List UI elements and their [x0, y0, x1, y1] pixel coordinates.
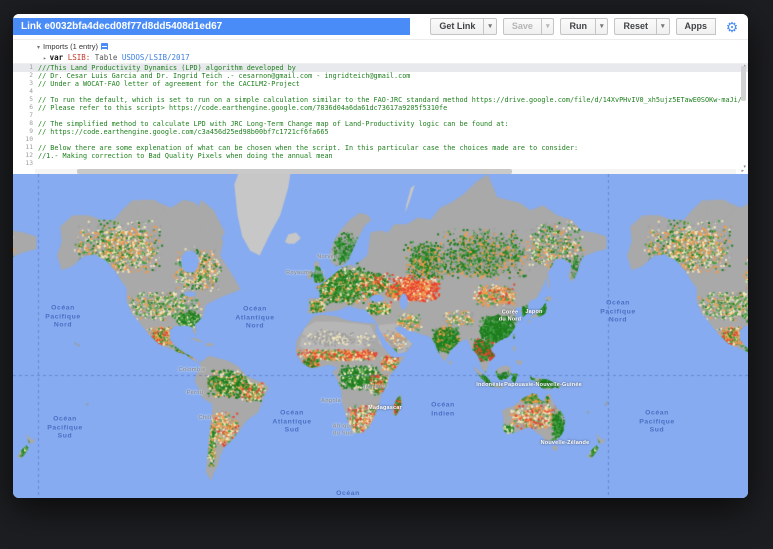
line-number: 5 — [13, 96, 38, 104]
scroll-down-arrow-icon[interactable]: ▾ — [743, 164, 746, 170]
code-line[interactable]: 13 — [13, 160, 748, 168]
get-link-button-group: Get Link ▾ — [430, 18, 497, 35]
code-line[interactable]: 5// To run the default, which is set to … — [13, 96, 748, 104]
world-map-canvas[interactable] — [13, 174, 748, 498]
line-number: 8 — [13, 120, 38, 128]
apps-button-group: Apps — [676, 18, 717, 35]
code-text: //1.- Making correction to Bad Quality P… — [38, 152, 333, 160]
code-line[interactable]: 4 — [13, 88, 748, 96]
code-line[interactable]: 11// Below there are some explenation of… — [13, 144, 748, 152]
reset-button-group: Reset ▾ — [614, 18, 669, 35]
get-link-button[interactable]: Get Link — [430, 18, 484, 35]
line-number: 13 — [13, 160, 38, 168]
map-panel: Océan Pacifique NordOcéan Atlantique Nor… — [13, 174, 748, 498]
code-line[interactable]: 12//1.- Making correction to Bad Quality… — [13, 152, 748, 160]
script-document-icon[interactable] — [101, 43, 108, 50]
code-line[interactable]: 3// Under a WOCAT-FAO letter of agreemen… — [13, 80, 748, 88]
save-dropdown-icon[interactable]: ▾ — [542, 18, 555, 35]
import-asset-link[interactable]: USDOS/LSIB/2017 — [122, 53, 190, 62]
line-number: 9 — [13, 128, 38, 136]
run-button[interactable]: Run — [560, 18, 596, 35]
line-number: 7 — [13, 112, 38, 120]
code-text: // The simplified method to calculate LP… — [38, 120, 509, 128]
code-text: // Dr. Cesar Luis Garcia and Dr. Ingrid … — [38, 72, 410, 80]
var-keyword: var — [50, 53, 64, 62]
apps-button[interactable]: Apps — [676, 18, 717, 35]
code-text: // Below there are some explenation of w… — [38, 144, 578, 152]
code-text: // Please refer to this script> https://… — [38, 104, 447, 112]
code-text: // Under a WOCAT-FAO letter of agreement… — [38, 80, 300, 88]
code-editor[interactable]: 1///This Land Productivity Dynamics (LPD… — [13, 64, 748, 174]
earth-engine-window: Link e0032bfa4decd08f77d8dd5408d1ed67 Ge… — [13, 14, 748, 498]
line-number: 11 — [13, 144, 38, 152]
code-line[interactable]: 7 — [13, 112, 748, 120]
line-number: 10 — [13, 136, 38, 144]
line-number: 4 — [13, 88, 38, 96]
vertical-scrollbar-thumb[interactable] — [741, 66, 746, 101]
line-number: 6 — [13, 104, 38, 112]
imports-panel: ▾Imports (1 entry) ▸var LSIB: Table USDO… — [13, 40, 748, 64]
script-link-banner: Link e0032bfa4decd08f77d8dd5408d1ed67 — [13, 18, 410, 35]
run-dropdown-icon[interactable]: ▾ — [596, 18, 609, 35]
code-line[interactable]: 6// Please refer to this script> https:/… — [13, 104, 748, 112]
import-variable-type: Table — [95, 53, 118, 62]
line-number: 3 — [13, 80, 38, 88]
settings-gear-icon[interactable]: ⚙ — [722, 18, 742, 36]
run-button-group: Run ▾ — [560, 18, 608, 35]
save-button[interactable]: Save — [503, 18, 542, 35]
get-link-dropdown-icon[interactable]: ▾ — [484, 18, 497, 35]
save-button-group: Save ▾ — [503, 18, 555, 35]
code-lines-container: 1///This Land Productivity Dynamics (LPD… — [13, 64, 748, 168]
imports-header-label: Imports (1 entry) — [43, 42, 98, 51]
toolbar: Link e0032bfa4decd08f77d8dd5408d1ed67 Ge… — [13, 14, 748, 40]
code-text: // https://code.earthengine.google.com/c… — [38, 128, 329, 136]
code-line[interactable]: 2// Dr. Cesar Luis Garcia and Dr. Ingrid… — [13, 72, 748, 80]
line-number: 2 — [13, 72, 38, 80]
imports-header-row[interactable]: ▾Imports (1 entry) — [37, 41, 748, 52]
import-variable-name: LSIB — [68, 53, 86, 62]
code-line[interactable]: 1///This Land Productivity Dynamics (LPD… — [13, 64, 748, 72]
code-line[interactable]: 9// https://code.earthengine.google.com/… — [13, 128, 748, 136]
collapse-triangle-icon: ▾ — [37, 45, 40, 51]
code-line[interactable]: 8// The simplified method to calculate L… — [13, 120, 748, 128]
imports-entry-row[interactable]: ▸var LSIB: Table USDOS/LSIB/2017 — [43, 52, 748, 63]
reset-dropdown-icon[interactable]: ▾ — [657, 18, 670, 35]
import-variable-sep: : — [86, 53, 91, 62]
expand-triangle-icon: ▸ — [43, 55, 47, 62]
code-text: ///This Land Productivity Dynamics (LPD)… — [38, 64, 296, 72]
vertical-scrollbar[interactable]: ▴ ▾ — [740, 64, 747, 168]
line-number: 12 — [13, 152, 38, 160]
code-line[interactable]: 10 — [13, 136, 748, 144]
code-text: // To run the default, which is set to r… — [38, 96, 742, 104]
reset-button[interactable]: Reset — [614, 18, 657, 35]
line-number: 1 — [13, 64, 38, 72]
